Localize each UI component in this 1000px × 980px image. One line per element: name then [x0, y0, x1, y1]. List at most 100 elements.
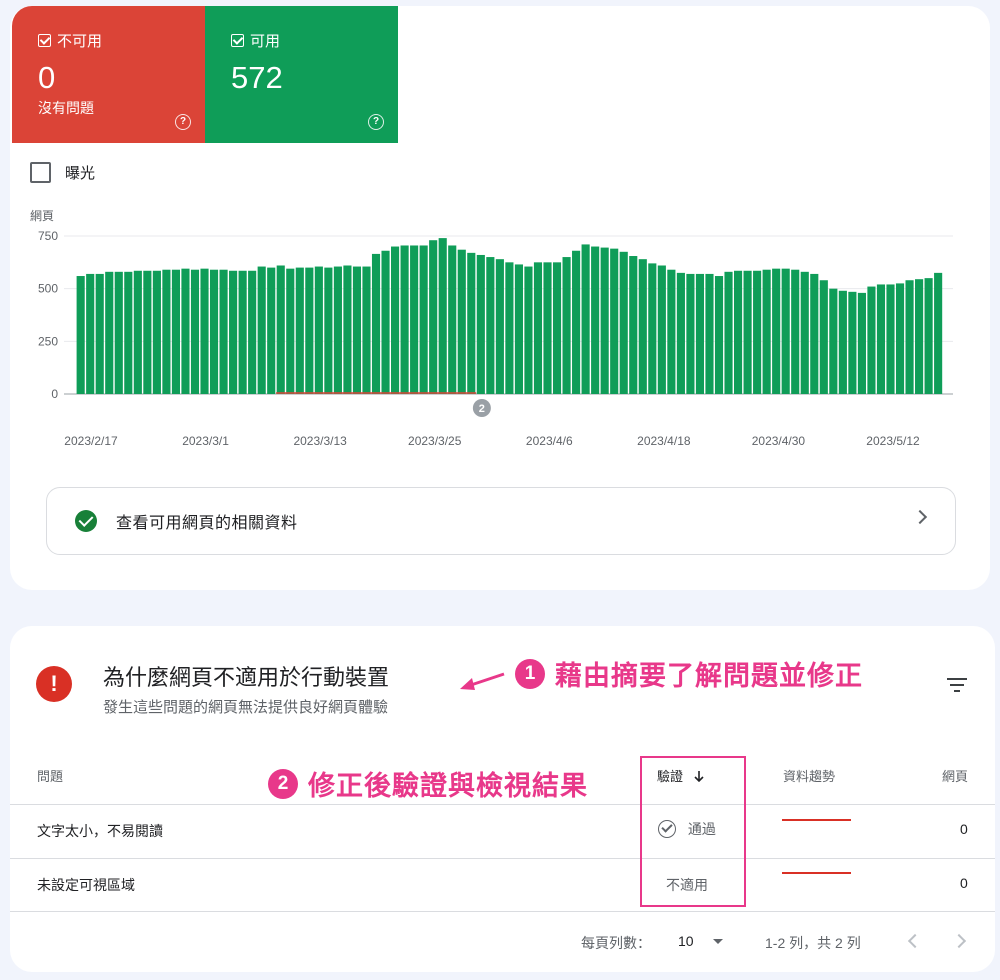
bar[interactable] [362, 266, 371, 394]
bar[interactable] [229, 270, 238, 394]
bar[interactable] [819, 280, 828, 394]
bar[interactable] [152, 270, 161, 394]
bar[interactable] [410, 245, 419, 394]
bar[interactable] [781, 268, 790, 394]
exposure-toggle[interactable]: 曝光 [30, 162, 95, 183]
bar[interactable] [610, 248, 619, 394]
bar[interactable] [695, 273, 705, 394]
bar[interactable] [162, 269, 171, 394]
bar[interactable] [867, 286, 876, 394]
chevron-right-icon[interactable] [951, 933, 967, 949]
issue-name[interactable]: 文字太小，不易閱讀 [37, 821, 163, 841]
bar[interactable] [209, 269, 219, 394]
bar[interactable] [238, 270, 247, 394]
bar[interactable] [286, 268, 295, 394]
bar[interactable] [467, 252, 476, 394]
column-header-trend[interactable]: 資料趨勢 [783, 766, 835, 785]
usable-tile[interactable]: 可用 572 ? [205, 6, 398, 143]
bar[interactable] [810, 273, 819, 394]
bar[interactable] [124, 271, 133, 394]
bar[interactable] [915, 279, 924, 394]
bar[interactable] [895, 283, 905, 394]
bar[interactable] [305, 267, 314, 394]
bar[interactable] [676, 272, 685, 394]
bar[interactable] [352, 266, 362, 394]
bar[interactable] [429, 240, 438, 394]
rows-per-page-select[interactable]: 10 [678, 933, 694, 949]
bar[interactable] [619, 251, 628, 394]
bar[interactable] [714, 276, 724, 394]
bar[interactable] [333, 266, 342, 394]
help-circle-icon[interactable]: ? [175, 114, 191, 130]
bar[interactable] [371, 253, 381, 394]
issue-name[interactable]: 未設定可視區域 [37, 875, 135, 895]
bar[interactable] [581, 244, 590, 394]
bar[interactable] [495, 259, 504, 394]
bar[interactable] [219, 269, 228, 394]
bar[interactable] [86, 273, 95, 394]
bar[interactable] [114, 271, 123, 394]
column-header-pages[interactable]: 網頁 [942, 766, 968, 785]
bar[interactable] [181, 268, 190, 394]
bar[interactable] [772, 268, 781, 394]
bar[interactable] [648, 263, 657, 394]
bar[interactable] [667, 269, 676, 394]
bar[interactable] [400, 245, 409, 394]
bar[interactable] [657, 265, 666, 394]
checkbox-unchecked-icon[interactable] [30, 162, 51, 183]
checkbox-checked-icon[interactable] [231, 34, 244, 47]
bar[interactable] [638, 259, 647, 394]
bar[interactable] [314, 266, 323, 394]
view-usable-pages-link[interactable]: 查看可用網頁的相關資料 [46, 487, 956, 555]
bar[interactable] [762, 269, 771, 394]
bar[interactable] [248, 270, 257, 394]
bar[interactable] [200, 268, 209, 394]
bar[interactable] [505, 262, 514, 394]
bar[interactable] [543, 262, 552, 394]
bar[interactable] [829, 288, 838, 394]
bar[interactable] [686, 273, 695, 394]
bar[interactable] [743, 270, 752, 394]
bar[interactable] [562, 257, 571, 394]
bar[interactable] [876, 284, 886, 394]
bar[interactable] [905, 280, 914, 394]
bar[interactable] [448, 245, 457, 394]
not-usable-tile[interactable]: 不可用 0 沒有問題 ? [12, 6, 205, 143]
bar[interactable] [524, 266, 533, 394]
bar[interactable] [419, 245, 428, 394]
bar[interactable] [486, 257, 495, 394]
chevron-left-icon[interactable] [907, 933, 923, 949]
bar[interactable] [381, 250, 390, 394]
bar[interactable] [514, 264, 523, 394]
bar[interactable] [600, 247, 609, 394]
bar[interactable] [391, 246, 400, 394]
bar[interactable] [838, 290, 847, 394]
bar[interactable] [438, 238, 447, 394]
bar[interactable] [724, 271, 733, 394]
bar[interactable] [791, 269, 800, 394]
column-header-issue[interactable]: 問題 [37, 766, 63, 785]
bar[interactable] [133, 270, 142, 394]
bar[interactable] [552, 262, 562, 394]
bar[interactable] [190, 269, 200, 394]
help-circle-icon[interactable]: ? [368, 114, 384, 130]
bar[interactable] [95, 273, 104, 394]
bar[interactable] [886, 284, 895, 394]
bar[interactable] [533, 262, 543, 394]
bar[interactable] [276, 265, 285, 394]
bar[interactable] [591, 246, 600, 394]
bar[interactable] [257, 266, 266, 394]
bar[interactable] [143, 270, 152, 394]
bar[interactable] [324, 267, 333, 394]
bar[interactable] [934, 272, 943, 394]
bar[interactable] [848, 291, 857, 394]
bar[interactable] [753, 270, 762, 394]
bar[interactable] [343, 265, 352, 394]
bar[interactable] [76, 276, 85, 394]
checkbox-checked-icon[interactable] [38, 34, 51, 47]
bar[interactable] [705, 273, 714, 394]
bar[interactable] [733, 270, 743, 394]
bar[interactable] [924, 278, 933, 394]
bar[interactable] [629, 256, 638, 394]
bar[interactable] [572, 250, 581, 394]
